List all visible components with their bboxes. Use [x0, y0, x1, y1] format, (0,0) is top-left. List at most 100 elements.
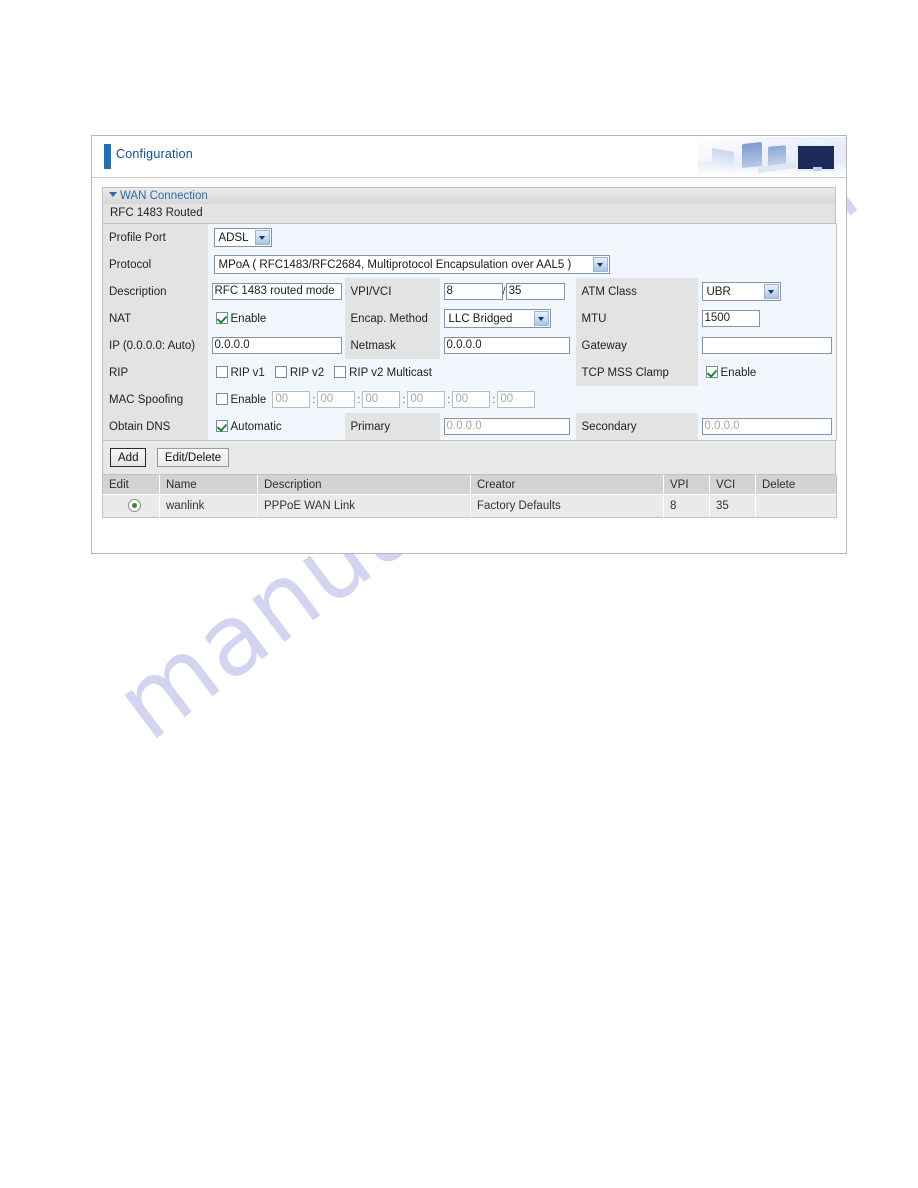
description-cell — [207, 278, 345, 305]
encap-method-value: LLC Bridged — [448, 312, 513, 325]
rip-v2-multicast-label: RIP v2 Multicast — [349, 367, 432, 379]
office-workstations-illustration — [698, 137, 846, 176]
mac-separator-3: : — [402, 393, 406, 406]
row-delete-cell[interactable] — [755, 494, 837, 518]
column-header-delete: Delete — [755, 475, 837, 495]
add-button[interactable]: Add — [110, 448, 147, 467]
configuration-panel: Configuration WAN Connection RFC 1483 Ro… — [91, 135, 847, 554]
form-row-ip: IP (0.0.0.0: Auto) Netmask Gateway — [102, 332, 837, 359]
mac-separator-4: : — [447, 393, 451, 406]
table-row: wanlink PPPoE WAN Link Factory Defaults … — [102, 494, 837, 518]
illustration-desk-left — [712, 148, 734, 170]
atm-class-select[interactable]: UBR — [701, 282, 781, 301]
rip-v2-multicast-checkbox[interactable] — [334, 366, 347, 378]
vci-input[interactable] — [505, 283, 565, 300]
section-header-wan-connection[interactable]: WAN Connection — [102, 187, 836, 204]
dns-secondary-label: Secondary — [575, 413, 698, 441]
encap-method-cell: LLC Bridged — [439, 305, 576, 332]
mac-octet-6-input[interactable] — [497, 391, 536, 408]
mac-octet-1-input[interactable] — [272, 391, 311, 408]
chevron-down-icon — [763, 284, 779, 299]
mac-spoofing-enable-checkbox[interactable] — [215, 392, 228, 405]
form-row-obtain-dns: Obtain DNS Automatic Primary Secondary — [102, 413, 837, 441]
chevron-down-icon — [109, 192, 117, 197]
page-header: Configuration — [92, 136, 846, 178]
row-edit-radio[interactable] — [127, 499, 141, 512]
tcp-mss-clamp-cell: Enable — [697, 359, 837, 386]
nat-enable-checkbox[interactable] — [215, 312, 228, 324]
vpi-input[interactable] — [443, 283, 503, 300]
mac-octet-2-input[interactable] — [317, 391, 356, 408]
column-header-vci: VCI — [709, 475, 756, 495]
protocol-select[interactable]: MPoA ( RFC1483/RFC2684, Multiprotocol En… — [213, 255, 610, 274]
rip-v2-checkbox[interactable] — [274, 366, 287, 378]
chevron-down-icon — [533, 311, 549, 326]
nat-cell: Enable — [207, 305, 345, 332]
rip-cell: RIP v1 RIP v2 RIP v2 Multicast — [207, 359, 576, 386]
column-header-creator: Creator — [470, 475, 664, 495]
row-vpi-cell: 8 — [663, 494, 710, 518]
rip-v1-label: RIP v1 — [230, 367, 265, 379]
protocol-value: MPoA ( RFC1483/RFC2684, Multiprotocol En… — [218, 258, 572, 271]
mac-spoofing-cell: Enable::::: — [207, 386, 837, 413]
rip-label: RIP — [102, 359, 208, 386]
mac-spoofing-enable-label: Enable — [230, 393, 267, 406]
tcp-mss-clamp-enable-label: Enable — [720, 367, 757, 379]
tcp-mss-clamp-checkbox[interactable] — [705, 366, 718, 378]
profile-port-select[interactable]: ADSL — [213, 228, 272, 247]
dns-primary-input[interactable] — [443, 418, 570, 435]
profile-port-cell: ADSL — [207, 223, 837, 251]
form-row-protocol: Protocol MPoA ( RFC1483/RFC2684, Multipr… — [102, 251, 837, 278]
section-title-label: WAN Connection — [120, 190, 208, 202]
row-name-cell: wanlink — [159, 494, 258, 518]
dns-secondary-cell — [697, 413, 837, 441]
description-input[interactable] — [211, 283, 342, 300]
form-actions: Add Edit/Delete — [102, 441, 836, 475]
mac-separator-1: : — [312, 393, 316, 406]
encap-method-label: Encap. Method — [344, 305, 440, 332]
form-row-nat: NAT Enable Encap. Method LLC Bridged MTU — [102, 305, 837, 332]
wan-connection-form: Profile Port ADSL Protocol MPoA ( RFC148… — [102, 223, 837, 441]
obtain-dns-label: Obtain DNS — [102, 413, 208, 441]
ip-input[interactable] — [211, 337, 342, 354]
mtu-input[interactable] — [701, 310, 760, 327]
mac-octet-3-input[interactable] — [362, 391, 401, 408]
nat-enable-label: Enable — [230, 313, 267, 325]
gateway-cell — [697, 332, 837, 359]
mac-octet-4-input[interactable] — [407, 391, 446, 408]
netmask-input[interactable] — [443, 337, 570, 354]
illustration-monitor-stand — [813, 167, 822, 171]
nat-label: NAT — [102, 305, 208, 332]
content-area: WAN Connection RFC 1483 Routed Profile P… — [92, 178, 846, 538]
subsection-header-rfc-1483-routed: RFC 1483 Routed — [102, 204, 836, 223]
mtu-label: MTU — [575, 305, 698, 332]
netmask-label: Netmask — [344, 332, 440, 359]
page-title: Configuration — [116, 147, 193, 161]
row-description-cell: PPPoE WAN Link — [257, 494, 471, 518]
encap-method-select[interactable]: LLC Bridged — [443, 309, 551, 328]
obtain-dns-automatic-checkbox[interactable] — [215, 420, 228, 432]
netmask-cell — [439, 332, 576, 359]
mac-separator-5: : — [492, 393, 496, 406]
dns-primary-cell — [439, 413, 576, 441]
mac-separator-2: : — [357, 393, 361, 406]
dns-primary-label: Primary — [344, 413, 440, 441]
dns-secondary-input[interactable] — [701, 418, 832, 435]
mac-octet-5-input[interactable] — [452, 391, 491, 408]
table-header-row: Edit Name Description Creator VPI VCI De… — [102, 475, 837, 495]
atm-class-value: UBR — [706, 285, 731, 298]
vpivci-label: VPI/VCI — [344, 278, 440, 305]
column-header-edit: Edit — [102, 475, 160, 495]
edit-delete-button[interactable]: Edit/Delete — [156, 448, 230, 467]
description-label: Description — [102, 278, 208, 305]
gateway-input[interactable] — [701, 337, 832, 354]
chevron-down-icon — [254, 230, 270, 245]
row-edit-cell[interactable] — [102, 494, 160, 518]
form-row-mac-spoofing: MAC Spoofing Enable::::: — [102, 386, 837, 413]
ip-cell — [207, 332, 345, 359]
atm-class-cell: UBR — [697, 278, 837, 305]
column-header-description: Description — [257, 475, 471, 495]
rip-v1-checkbox[interactable] — [215, 366, 228, 378]
obtain-dns-cell: Automatic — [207, 413, 345, 441]
mtu-cell — [697, 305, 837, 332]
